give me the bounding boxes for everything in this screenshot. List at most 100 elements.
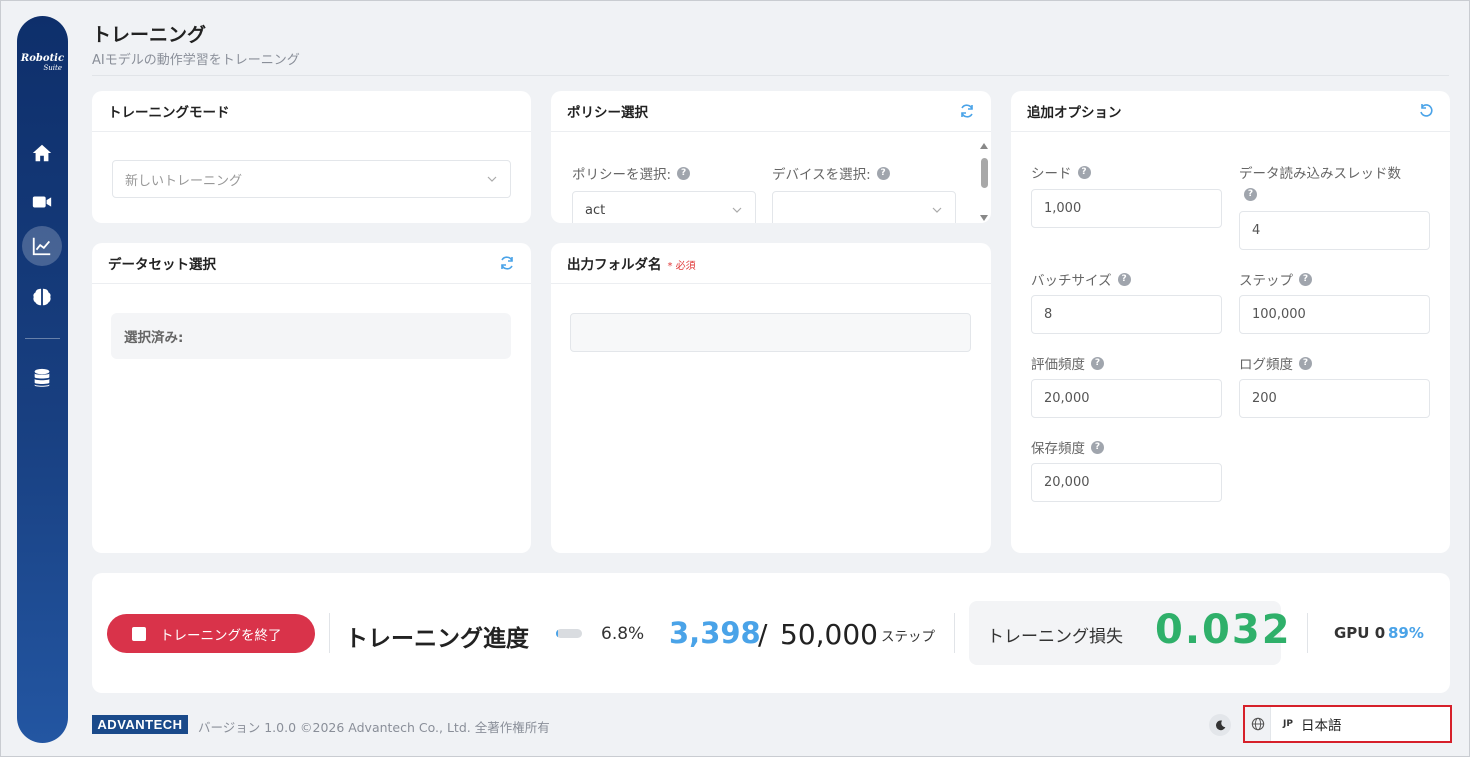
log-freq-label: ログ頻度? bbox=[1239, 353, 1312, 373]
language-code: JP bbox=[1283, 719, 1293, 729]
sidebar-item-camera[interactable] bbox=[22, 182, 62, 222]
training-mode-card: トレーニングモード 新しいトレーニング bbox=[92, 91, 531, 223]
page-title: トレーニング bbox=[92, 24, 207, 46]
help-icon[interactable]: ? bbox=[1299, 356, 1312, 370]
advantech-logo: ADVANTECH bbox=[92, 715, 188, 734]
progress-bar-fill bbox=[556, 629, 558, 638]
seed-label: シード? bbox=[1031, 162, 1091, 182]
brain-icon bbox=[33, 288, 51, 306]
output-folder-title-text: 出力フォルダ名 bbox=[567, 257, 662, 273]
policy-scrollbar[interactable] bbox=[979, 143, 989, 221]
training-progress-panel: トレーニングを終了 トレーニング進度 6.8% 3,398 / 50,000 ス… bbox=[92, 573, 1450, 693]
reset-icon[interactable] bbox=[1418, 103, 1434, 119]
chevron-down-icon bbox=[487, 176, 497, 182]
training-loss-box: トレーニング損失 0.032 bbox=[969, 601, 1290, 665]
step-unit: ステップ bbox=[881, 629, 935, 645]
total-steps: 50,000 bbox=[780, 618, 878, 651]
current-step: 3,398 bbox=[669, 616, 761, 650]
workers-label-text: データ読み込みスレッド数 bbox=[1239, 166, 1401, 182]
policy-title: ポリシー選択 bbox=[567, 105, 648, 121]
help-icon[interactable]: ? bbox=[1299, 272, 1312, 286]
additional-options-title: 追加オプション bbox=[1027, 105, 1122, 121]
footer-version-text: バージョン 1.0.0 ©2026 Advantech Co., Ltd. 全著… bbox=[198, 720, 550, 735]
home-icon bbox=[32, 144, 52, 162]
batch-input[interactable]: 8 bbox=[1031, 295, 1222, 334]
log-freq-label-text: ログ頻度 bbox=[1239, 357, 1293, 373]
dataset-title: データセット選択 bbox=[108, 257, 216, 273]
device-select[interactable] bbox=[772, 191, 956, 223]
divider bbox=[954, 613, 955, 653]
policy-select[interactable]: act bbox=[572, 191, 756, 223]
sidebar-item-data[interactable] bbox=[22, 358, 62, 398]
scroll-thumb[interactable] bbox=[981, 158, 988, 188]
language-name: 日本語 bbox=[1300, 718, 1342, 734]
sidebar-item-training[interactable] bbox=[22, 226, 62, 266]
training-mode-select[interactable]: 新しいトレーニング bbox=[112, 160, 511, 198]
database-icon bbox=[34, 368, 50, 387]
stop-training-label: トレーニングを終了 bbox=[160, 627, 282, 643]
gpu-usage: 89% bbox=[1388, 624, 1424, 642]
sidebar-item-home[interactable] bbox=[22, 133, 62, 173]
sidebar-item-inference[interactable] bbox=[22, 277, 62, 317]
page-subtitle: AIモデルの動作学習をトレーニング bbox=[92, 53, 300, 68]
selected-label: 選択済み: bbox=[124, 330, 184, 346]
training-loss-value: 0.032 bbox=[1155, 607, 1292, 653]
policy-select-value: act bbox=[585, 202, 606, 218]
help-icon[interactable]: ? bbox=[1091, 356, 1104, 370]
help-icon[interactable]: ? bbox=[1244, 188, 1257, 201]
help-icon[interactable]: ? bbox=[876, 166, 890, 180]
training-mode-placeholder: 新しいトレーニング bbox=[125, 173, 243, 189]
dataset-card: データセット選択 選択済み: bbox=[92, 243, 531, 553]
logo-line2: Suite bbox=[43, 64, 63, 72]
steps-input[interactable]: 100,000 bbox=[1239, 295, 1430, 334]
log-freq-input[interactable]: 200 bbox=[1239, 379, 1430, 418]
progress-title: トレーニング進度 bbox=[345, 626, 529, 652]
progress-bar bbox=[556, 629, 582, 638]
policy-select-label: ポリシーを選択:? bbox=[572, 163, 691, 183]
steps-label: ステップ? bbox=[1239, 269, 1312, 289]
save-freq-label: 保存頻度? bbox=[1031, 437, 1104, 457]
theme-toggle-button[interactable] bbox=[1209, 714, 1231, 736]
save-freq-label-text: 保存頻度 bbox=[1031, 441, 1085, 457]
output-folder-input[interactable] bbox=[570, 313, 971, 352]
stop-training-button[interactable]: トレーニングを終了 bbox=[107, 614, 315, 653]
help-icon[interactable]: ? bbox=[1117, 272, 1131, 286]
help-icon[interactable]: ? bbox=[1077, 165, 1091, 179]
additional-options-card: 追加オプション シード? 1,000 データ読み込みスレッド数 ? 4 バッチサ… bbox=[1011, 91, 1450, 553]
globe-icon bbox=[1245, 707, 1271, 741]
chevron-down-icon bbox=[932, 207, 942, 213]
sidebar-divider bbox=[25, 338, 60, 339]
device-select-label: デバイスを選択:? bbox=[772, 163, 890, 183]
robotic-suite-logo[interactable]: Robotic Suite bbox=[17, 53, 68, 73]
logo-line1: Robotic bbox=[20, 53, 65, 64]
scroll-up-arrow[interactable] bbox=[980, 143, 988, 149]
help-icon[interactable]: ? bbox=[1091, 440, 1104, 454]
chevron-down-icon bbox=[732, 207, 742, 213]
batch-label: バッチサイズ? bbox=[1031, 269, 1131, 289]
selected-datasets: 選択済み: bbox=[111, 313, 511, 359]
chart-line-icon bbox=[32, 237, 51, 256]
seed-label-text: シード bbox=[1031, 166, 1072, 182]
save-freq-input[interactable]: 20,000 bbox=[1031, 463, 1222, 502]
stop-icon bbox=[132, 626, 146, 641]
output-folder-card: 出力フォルダ名 * 必須 bbox=[551, 243, 991, 553]
divider bbox=[329, 613, 330, 653]
progress-percent: 6.8% bbox=[601, 624, 645, 644]
batch-label-text: バッチサイズ bbox=[1031, 273, 1112, 289]
language-select[interactable]: JP 日本語 bbox=[1243, 705, 1452, 743]
moon-icon bbox=[1215, 719, 1225, 730]
refresh-icon[interactable] bbox=[499, 255, 515, 271]
help-icon[interactable]: ? bbox=[677, 166, 691, 180]
policy-card: ポリシー選択 ポリシーを選択:? デバイスを選択:? act bbox=[551, 91, 991, 223]
policy-select-label-text: ポリシーを選択: bbox=[572, 167, 672, 183]
device-select-label-text: デバイスを選択: bbox=[772, 167, 871, 183]
output-folder-title: 出力フォルダ名 * 必須 bbox=[567, 253, 696, 273]
step-separator: / bbox=[758, 618, 768, 651]
refresh-icon[interactable] bbox=[959, 103, 975, 119]
workers-input[interactable]: 4 bbox=[1239, 211, 1430, 250]
scroll-down-arrow[interactable] bbox=[980, 215, 988, 221]
seed-input[interactable]: 1,000 bbox=[1031, 189, 1222, 228]
video-camera-icon bbox=[32, 196, 52, 208]
eval-freq-label-text: 評価頻度 bbox=[1031, 357, 1085, 373]
eval-freq-input[interactable]: 20,000 bbox=[1031, 379, 1222, 418]
